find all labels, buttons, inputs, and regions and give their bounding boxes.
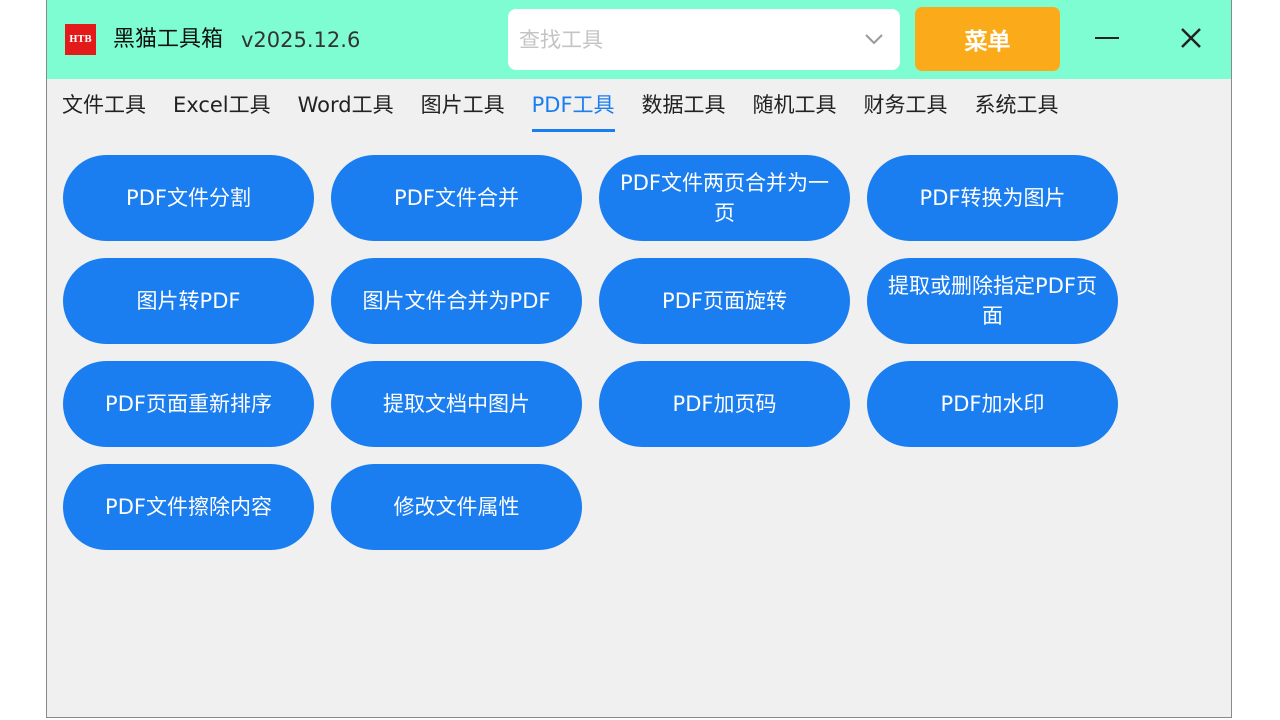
title-bar: HTB 黑猫工具箱 v2025.12.6 菜单 <box>47 0 1231 79</box>
chevron-down-icon[interactable] <box>864 29 884 49</box>
search-combobox[interactable] <box>508 9 900 70</box>
tool-button[interactable]: 图片文件合并为PDF <box>331 258 582 344</box>
tool-category-tabs: 文件工具 Excel工具 Word工具 图片工具 PDF工具 数据工具 随机工具 财务工具 系统… <box>62 88 1086 132</box>
minimize-icon[interactable] <box>1087 18 1127 58</box>
app-version: v2025.12.6 <box>241 28 361 52</box>
tab-5[interactable]: 数据工具 <box>642 88 726 128</box>
tool-button[interactable]: PDF文件分割 <box>63 155 314 241</box>
app-logo-icon: HTB <box>65 24 96 55</box>
tool-button[interactable]: PDF加页码 <box>599 361 850 447</box>
tool-button[interactable]: PDF加水印 <box>867 361 1118 447</box>
tool-button[interactable]: 提取或删除指定PDF页面 <box>867 258 1118 344</box>
tool-button[interactable]: 修改文件属性 <box>331 464 582 550</box>
tab-0[interactable]: 文件工具 <box>62 88 146 128</box>
tab-4[interactable]: PDF工具 <box>531 88 615 132</box>
tab-8[interactable]: 系统工具 <box>975 88 1059 128</box>
tab-6[interactable]: 随机工具 <box>753 88 837 128</box>
tab-1[interactable]: Excel工具 <box>173 88 271 128</box>
app-title: 黑猫工具箱 <box>113 27 224 52</box>
app-window: HTB 黑猫工具箱 v2025.12.6 菜单 文件工具 Excel工具 Word工… <box>46 0 1232 718</box>
tool-button[interactable]: 提取文档中图片 <box>331 361 582 447</box>
tool-button[interactable]: PDF文件合并 <box>331 155 582 241</box>
search-input[interactable] <box>508 9 848 70</box>
tab-2[interactable]: Word工具 <box>298 88 394 128</box>
tool-button[interactable]: PDF页面旋转 <box>599 258 850 344</box>
tab-3[interactable]: 图片工具 <box>421 88 505 128</box>
tab-7[interactable]: 财务工具 <box>864 88 948 128</box>
tool-button[interactable]: 图片转PDF <box>63 258 314 344</box>
tool-button[interactable]: PDF文件擦除内容 <box>63 464 314 550</box>
tool-button[interactable]: PDF文件两页合并为一页 <box>599 155 850 241</box>
tool-button[interactable]: PDF页面重新排序 <box>63 361 314 447</box>
tool-button[interactable]: PDF转换为图片 <box>867 155 1118 241</box>
close-icon[interactable] <box>1171 18 1211 58</box>
menu-button[interactable]: 菜单 <box>915 7 1060 71</box>
